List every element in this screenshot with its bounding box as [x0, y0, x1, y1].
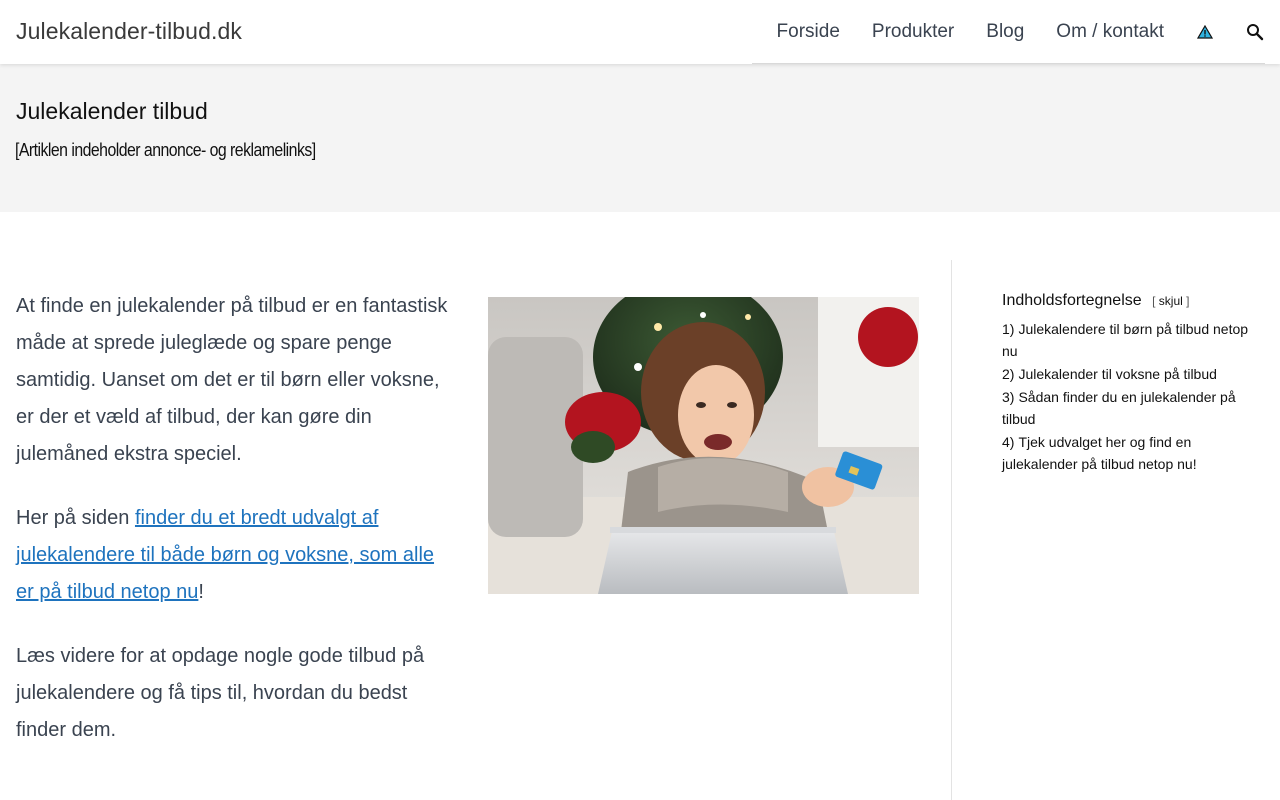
intro-paragraph: At finde en julekalender på tilbud er en…: [16, 295, 448, 465]
nav-item-om-kontakt[interactable]: Om / kontakt: [1056, 21, 1164, 43]
table-of-contents: Indholdsfortegnelse [ skjul ] 1) Julekale…: [1002, 292, 1252, 476]
toc-item-number: 1): [1002, 321, 1015, 337]
toc-item[interactable]: 4) Tjek udvalget her og find en julekalen…: [1002, 431, 1252, 475]
warning-triangle-icon[interactable]: [1196, 23, 1214, 41]
site-header: Julekalender-tilbud.dk Forside Produkter…: [0, 0, 1280, 64]
nav-item-blog[interactable]: Blog: [986, 21, 1024, 43]
toc-toggle[interactable]: [ skjul ]: [1152, 294, 1189, 308]
woman-shopping-image: [488, 297, 919, 594]
toc-list: 1) Julekalendere til børn på tilbud netop…: [1002, 318, 1252, 475]
toc-item-label[interactable]: Tjek udvalget her og find en julekalende…: [1002, 434, 1197, 472]
toc-item-label[interactable]: Julekalendere til børn på tilbud netop n…: [1002, 321, 1248, 359]
nav-item-produkter[interactable]: Produkter: [872, 21, 954, 43]
toc-toggle-close: ]: [1186, 294, 1190, 308]
toc-item-label[interactable]: Julekalender til voksne på tilbud: [1018, 366, 1216, 382]
offers-suffix: !: [198, 581, 204, 603]
toc-item-number: 4): [1002, 434, 1015, 450]
toc-toggle-label[interactable]: skjul: [1159, 294, 1183, 308]
toc-toggle-open: [: [1152, 294, 1156, 308]
page-title: Julekalender tilbud: [16, 98, 208, 124]
ad-disclaimer: [Artiklen indeholder annonce- og reklame…: [15, 140, 316, 160]
main-nav: Forside Produkter Blog Om / kontakt: [745, 0, 1264, 64]
offers-paragraph: Her på siden finder du et bredt udvalgt …: [16, 500, 456, 611]
search-icon[interactable]: [1246, 23, 1264, 41]
nav-underline: [752, 63, 1265, 64]
toc-item-label[interactable]: Sådan finder du en julekalender på tilbu…: [1002, 389, 1236, 427]
toc-title: Indholdsfortegnelse: [1002, 292, 1142, 309]
read-more-paragraph: Læs videre for at opdage nogle gode tilb…: [16, 645, 425, 741]
page-hero: Julekalender tilbud [Artiklen indeholder…: [0, 64, 1280, 212]
nav-item-forside[interactable]: Forside: [777, 21, 840, 43]
article-body: At finde en julekalender på tilbud er en…: [16, 288, 456, 776]
toc-item-number: 3): [1002, 389, 1015, 405]
toc-header: Indholdsfortegnelse [ skjul ]: [1002, 292, 1252, 310]
toc-item[interactable]: 1) Julekalendere til børn på tilbud netop…: [1002, 318, 1252, 362]
toc-item-number: 2): [1002, 366, 1015, 382]
sidebar-divider: [951, 260, 952, 800]
toc-item[interactable]: 3) Sådan finder du en julekalender på til…: [1002, 386, 1252, 430]
toc-item[interactable]: 2) Julekalender til voksne på tilbud: [1002, 363, 1252, 385]
site-title-link[interactable]: Julekalender-tilbud.dk: [16, 18, 242, 45]
offers-prefix: Her på siden: [16, 507, 135, 529]
